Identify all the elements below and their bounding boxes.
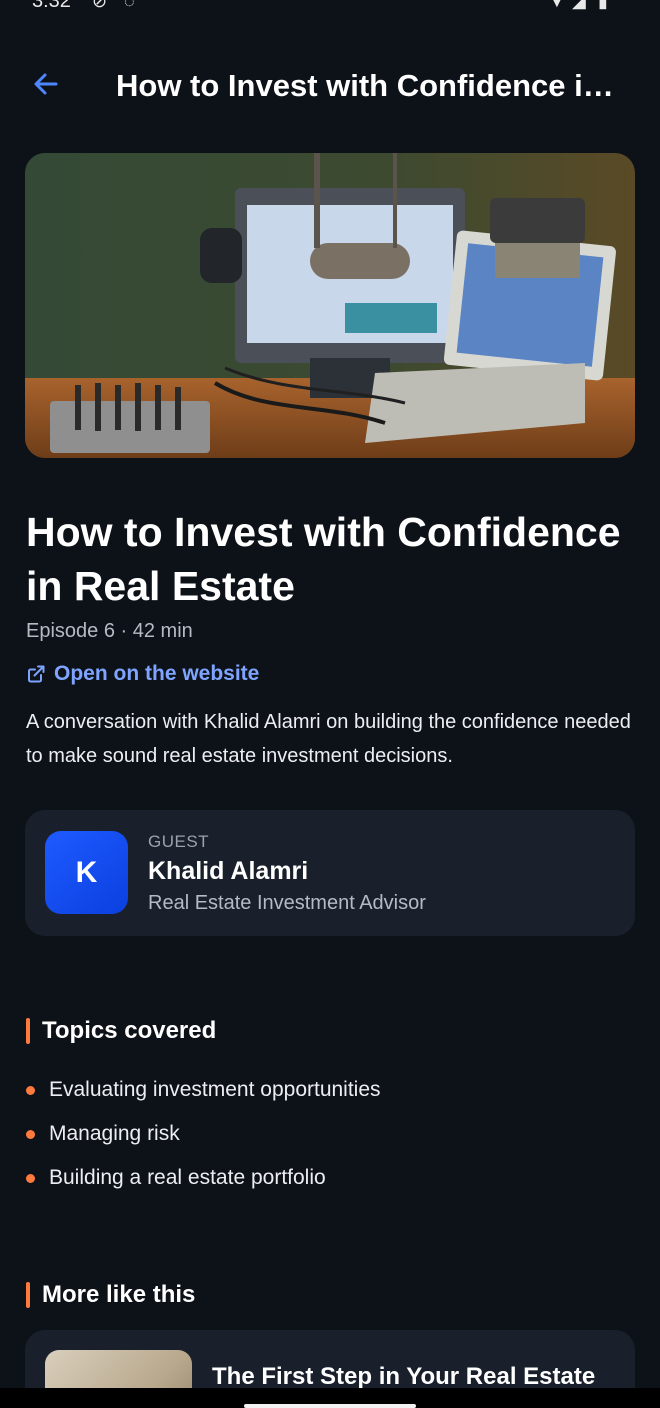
system-nav-bar	[0, 1388, 660, 1408]
status-time: 3:32	[32, 0, 71, 12]
topic-label: Evaluating investment opportunities	[49, 1078, 381, 1101]
episode-description: A conversation with Khalid Alamri on bui…	[26, 711, 631, 767]
bullet-icon	[26, 1129, 35, 1139]
app-bar: How to Invest with Confidence in Real Es…	[0, 56, 660, 112]
bullet-icon	[26, 1085, 35, 1095]
guest-avatar: K	[45, 831, 128, 914]
app-bar-title: How to Invest with Confidence in Real Es…	[116, 68, 626, 103]
back-button[interactable]	[30, 68, 62, 100]
guest-role: Real Estate Investment Advisor	[148, 892, 426, 914]
external-link-icon	[28, 665, 45, 683]
topic-label: Managing risk	[49, 1122, 180, 1145]
topic-label: Building a real estate portfolio	[49, 1166, 326, 1189]
topics-list: Evaluating investment opportunities Mana…	[26, 1068, 381, 1200]
guest-kicker: GUEST	[148, 832, 210, 851]
open-website-label: Open on the website	[54, 662, 260, 685]
related-episode-title: The First Step in Your Real Estate	[212, 1363, 596, 1390]
topics-heading: Topics covered	[42, 1017, 217, 1044]
signal-icon: ◢	[572, 0, 586, 11]
episode-title: How to Invest with Confidence in Real Es…	[26, 509, 621, 609]
guest-card[interactable]: K GUEST Khalid Alamri Real Estate Invest…	[25, 810, 635, 936]
list-item: Evaluating investment opportunities	[26, 1068, 381, 1112]
section-accent-bar	[26, 1282, 30, 1308]
dnd-icon: ⊘	[92, 0, 108, 11]
episode-meta: Episode 6 · 42 min	[26, 620, 193, 642]
arrow-left-icon	[34, 73, 58, 95]
battery-icon: ▮	[598, 0, 608, 11]
section-accent-bar	[26, 1018, 30, 1044]
more-heading: More like this	[42, 1281, 196, 1308]
status-bar: 3:32 ⊘ ◌ ▼ ◢ ▮	[0, 0, 660, 14]
guest-name: Khalid Alamri	[148, 857, 309, 885]
open-website-link[interactable]: Open on the website	[26, 662, 259, 686]
list-item: Building a real estate portfolio	[26, 1156, 381, 1200]
list-item: Managing risk	[26, 1112, 381, 1156]
more-section-header: More like this	[26, 1281, 195, 1309]
wifi-icon: ▼	[548, 0, 566, 11]
episode-hero-image	[25, 153, 635, 458]
bullet-icon	[26, 1173, 35, 1183]
topics-section-header: Topics covered	[26, 1017, 216, 1045]
sync-icon: ◌	[124, 0, 135, 11]
home-gesture-handle[interactable]	[244, 1404, 416, 1408]
